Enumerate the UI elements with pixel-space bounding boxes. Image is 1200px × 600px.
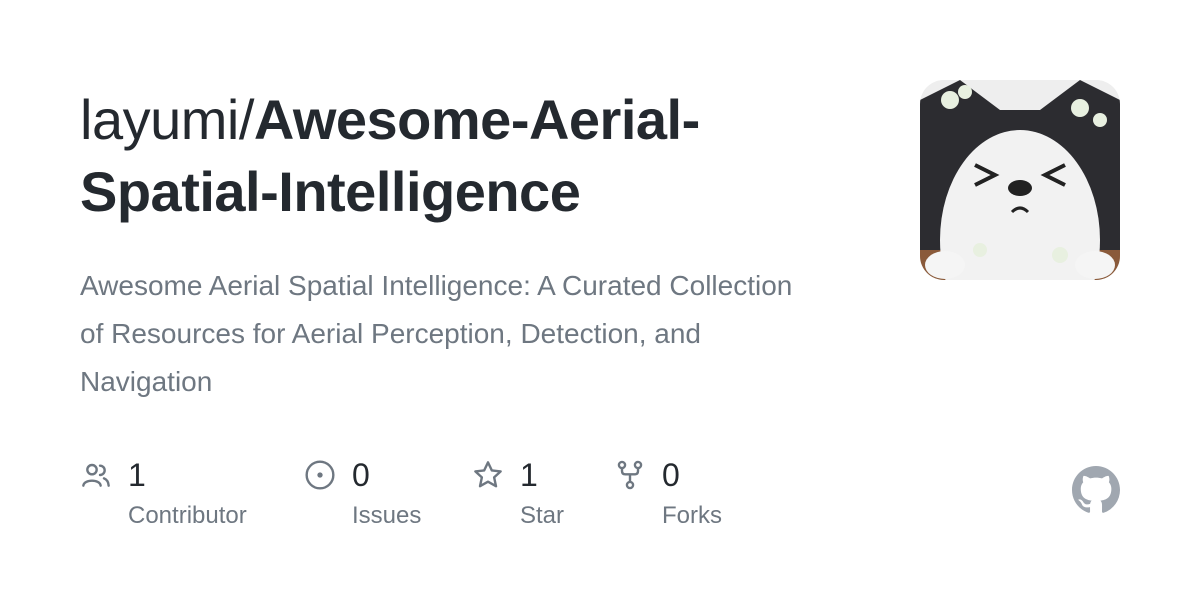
star-icon [474,461,502,488]
repo-title: layumi/Awesome-Aerial- Spatial-Intellige… [80,84,860,228]
repo-name-line2: Spatial-Intelligence [80,160,581,223]
repo-name-line1: Awesome-Aerial- [253,88,700,151]
avatar-image [920,80,1120,280]
github-mark-icon[interactable] [1072,466,1120,514]
contributors-label: Contributor [128,502,247,529]
repo-owner: layumi/ [80,88,254,151]
forks-count: 0 [662,457,680,493]
repo-description: Awesome Aerial Spatial Intelligence: A C… [80,270,793,397]
stars-count: 1 [520,457,538,493]
contributors-count: 1 [128,457,146,493]
issues-count: 0 [352,457,370,493]
fork-icon [617,460,643,490]
people-icon [82,463,110,487]
issue-icon [305,460,335,490]
forks-label: Forks [662,502,722,529]
stars-label: Star [520,502,565,529]
issues-label: Issues [352,502,422,529]
avatar [920,80,1120,280]
